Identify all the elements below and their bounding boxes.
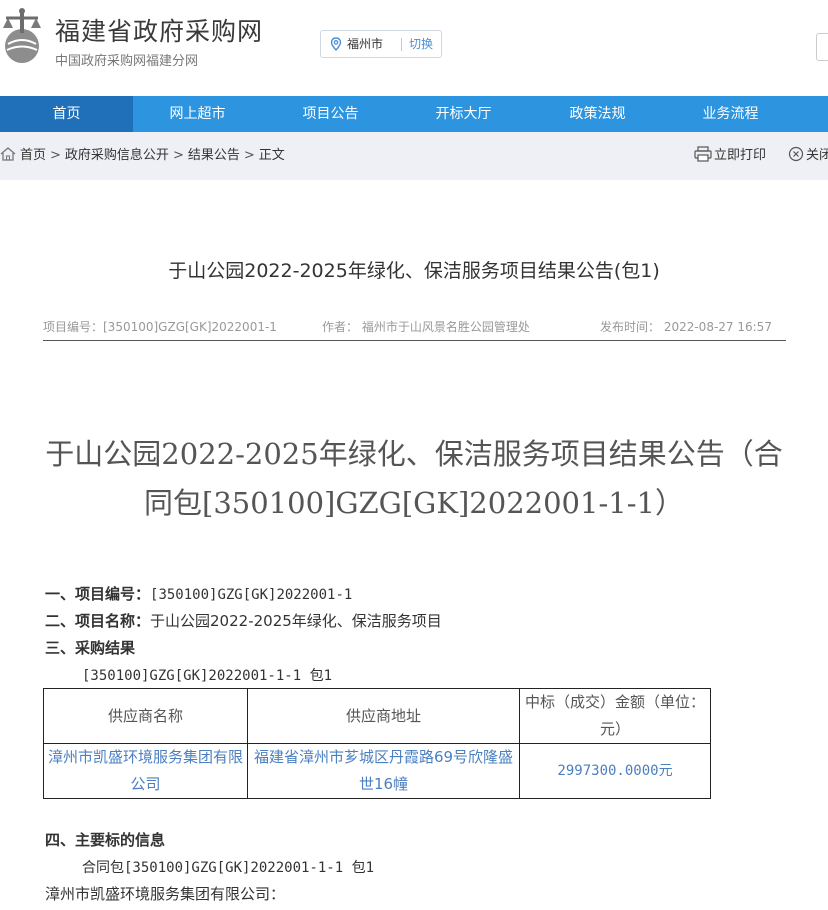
- meta-project-no: 项目编号：[350100]GZG[GK]2022001-1: [43, 320, 277, 334]
- search-input[interactable]: [816, 33, 828, 61]
- site-subtitle: 中国政府采购网福建分网: [55, 54, 199, 69]
- breadcrumb-home[interactable]: 首页: [20, 148, 46, 163]
- close-button[interactable]: 关闭: [788, 132, 828, 180]
- supplier-line: 漳州市凯盛环境服务集团有限公司：: [45, 885, 286, 903]
- breadcrumb-bar: 首页 > 政府采购信息公开 > 结果公告 > 正文 立即打印 关闭: [0, 132, 828, 180]
- city-divider: [401, 38, 402, 51]
- city-selector[interactable]: 福州市 切换: [320, 30, 442, 58]
- section-label: 一、项目编号：: [45, 585, 151, 603]
- nav-item-project-notices[interactable]: 项目公告: [264, 96, 397, 132]
- nav-item-policies[interactable]: 政策法规: [531, 96, 664, 132]
- supplier-address-cell: 福建省漳州市芗城区丹霞路69号欣隆盛世16幢: [247, 743, 520, 799]
- section-procurement-result: 三、采购结果: [45, 637, 135, 658]
- project-number-value: [350100]GZG[GK]2022001-1: [150, 587, 353, 603]
- location-pin-icon: [330, 37, 342, 51]
- section-label: 四、主要标的信息: [45, 831, 166, 849]
- breadcrumb-separator: >: [50, 148, 61, 163]
- nav-item-home[interactable]: 首页: [0, 96, 133, 132]
- meta-divider: [43, 340, 786, 341]
- table-header-row: 供应商名称 供应商地址 中标（成交）金额（单位：元）: [43, 688, 711, 744]
- section-project-number: 一、项目编号：[350100]GZG[GK]2022001-1: [45, 583, 352, 604]
- table-row: 漳州市凯盛环境服务集团有限公司 福建省漳州市芗城区丹霞路69号欣隆盛世16幢 2…: [43, 743, 711, 799]
- print-button[interactable]: 立即打印: [694, 132, 766, 180]
- meta-publish-time: 发布时间： 2022-08-27 16:57: [600, 320, 772, 334]
- contract-package-label: 合同包[350100]GZG[GK]2022001-1-1 包1: [82, 860, 375, 876]
- breadcrumb-separator: >: [172, 148, 184, 163]
- breadcrumb: 首页 > 政府采购信息公开 > 结果公告 > 正文: [0, 132, 285, 180]
- col-supplier-address: 供应商地址: [247, 688, 520, 744]
- result-table: 供应商名称 供应商地址 中标（成交）金额（单位：元） 漳州市凯盛环境服务集团有限…: [43, 688, 711, 799]
- col-supplier-name: 供应商名称: [43, 688, 248, 744]
- switch-city-link[interactable]: 切换: [409, 31, 433, 57]
- breadcrumb-info-public[interactable]: 政府采购信息公开: [65, 148, 169, 163]
- section-label: 三、采购结果: [45, 639, 136, 657]
- package-label: [350100]GZG[GK]2022001-1-1 包1: [82, 668, 333, 684]
- section-main-subject: 四、主要标的信息: [45, 829, 165, 850]
- current-city: 福州市: [347, 37, 384, 51]
- breadcrumb-current: 正文: [258, 148, 285, 163]
- section-project-name: 二、项目名称：于山公园2022-2025年绿化、保洁服务项目: [45, 610, 442, 631]
- site-name[interactable]: 福建省政府采购网: [55, 12, 263, 48]
- print-label: 立即打印: [714, 148, 767, 163]
- close-label: 关闭: [806, 148, 828, 163]
- main-nav: 首页 网上超市 项目公告 开标大厅 政策法规 业务流程: [0, 96, 828, 132]
- breadcrumb-result-notices[interactable]: 结果公告: [188, 148, 240, 163]
- nav-item-business-process[interactable]: 业务流程: [664, 96, 797, 132]
- project-name-value: 于山公园2022-2025年绿化、保洁服务项目: [150, 612, 442, 630]
- meta-author: 作者： 福州市于山风景名胜公园管理处: [322, 320, 530, 334]
- announcement-heading: 于山公园2022-2025年绿化、保洁服务项目结果公告（合同包[350100]G…: [45, 437, 783, 520]
- nav-item-bid-opening-hall[interactable]: 开标大厅: [397, 96, 530, 132]
- article-title: 于山公园2022-2025年绿化、保洁服务项目结果公告(包1): [168, 260, 660, 282]
- site-logo-icon[interactable]: [0, 6, 50, 66]
- section-label: 二、项目名称：: [45, 612, 151, 630]
- supplier-name-cell: 漳州市凯盛环境服务集团有限公司: [43, 743, 248, 799]
- printer-icon: [694, 146, 712, 162]
- bid-amount-cell: 2997300.0000元: [519, 743, 711, 799]
- breadcrumb-separator: >: [243, 148, 255, 163]
- home-icon: [0, 147, 16, 161]
- close-icon: [788, 146, 804, 162]
- nav-item-online-mall[interactable]: 网上超市: [131, 96, 264, 132]
- site-header: 福建省政府采购网 中国政府采购网福建分网 福州市 切换: [0, 0, 828, 96]
- col-bid-amount: 中标（成交）金额（单位：元）: [519, 688, 711, 744]
